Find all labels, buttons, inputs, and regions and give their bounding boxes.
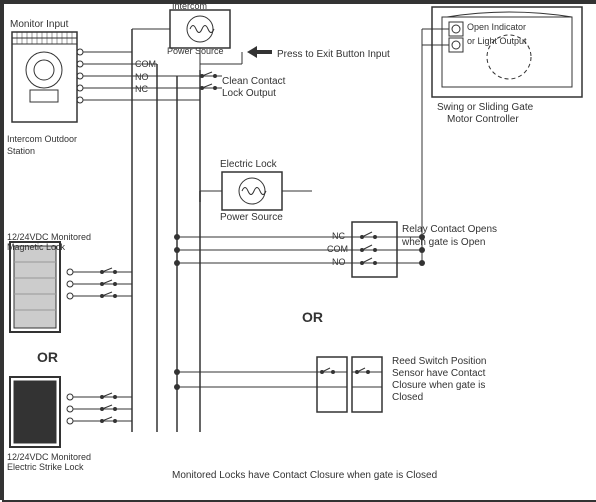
svg-text:Sensor have Contact: Sensor have Contact — [392, 368, 486, 379]
svg-text:NO: NO — [135, 72, 149, 82]
svg-text:Lock Output: Lock Output — [222, 88, 276, 99]
svg-text:OR: OR — [37, 349, 58, 365]
svg-text:12/24VDC Monitored: 12/24VDC Monitored — [7, 452, 91, 462]
svg-text:Closed: Closed — [392, 392, 423, 403]
svg-text:Swing or Sliding Gate: Swing or Sliding Gate — [437, 102, 534, 113]
svg-text:Motor Controller: Motor Controller — [447, 114, 519, 125]
svg-text:COM: COM — [327, 244, 348, 254]
svg-text:Press to Exit Button Input: Press to Exit Button Input — [277, 49, 390, 60]
wiring-diagram: Monitor Input Intercom Power Source Pres… — [0, 0, 596, 500]
svg-text:Electric Lock: Electric Lock — [220, 159, 278, 170]
svg-text:Power Source: Power Source — [220, 212, 283, 223]
svg-text:Intercom: Intercom — [172, 2, 207, 11]
svg-text:Magnetic Lock: Magnetic Lock — [7, 242, 66, 252]
svg-text:Power Source: Power Source — [167, 46, 224, 56]
svg-text:COM: COM — [135, 59, 156, 69]
svg-text:Electric Strike Lock: Electric Strike Lock — [7, 462, 84, 472]
svg-text:Monitor Input: Monitor Input — [10, 19, 69, 30]
svg-text:NC: NC — [332, 231, 345, 241]
svg-text:or Light Output: or Light Output — [467, 36, 527, 46]
svg-text:NO: NO — [332, 257, 346, 267]
svg-text:12/24VDC Monitored: 12/24VDC Monitored — [7, 232, 91, 242]
svg-text:Intercom Outdoor: Intercom Outdoor — [7, 134, 77, 144]
svg-text:Relay Contact Opens: Relay Contact Opens — [402, 224, 497, 235]
svg-text:Station: Station — [7, 146, 35, 156]
svg-text:when gate is Open: when gate is Open — [401, 237, 485, 248]
svg-text:Open Indicator: Open Indicator — [467, 22, 526, 32]
svg-text:OR: OR — [302, 309, 323, 325]
svg-text:Closure when gate is: Closure when gate is — [392, 380, 485, 391]
svg-text:NC: NC — [135, 84, 148, 94]
svg-text:Clean Contact: Clean Contact — [222, 76, 286, 87]
svg-text:Reed Switch Position: Reed Switch Position — [392, 356, 487, 367]
svg-text:Monitored Locks have Contact C: Monitored Locks have Contact Closure whe… — [172, 470, 437, 481]
